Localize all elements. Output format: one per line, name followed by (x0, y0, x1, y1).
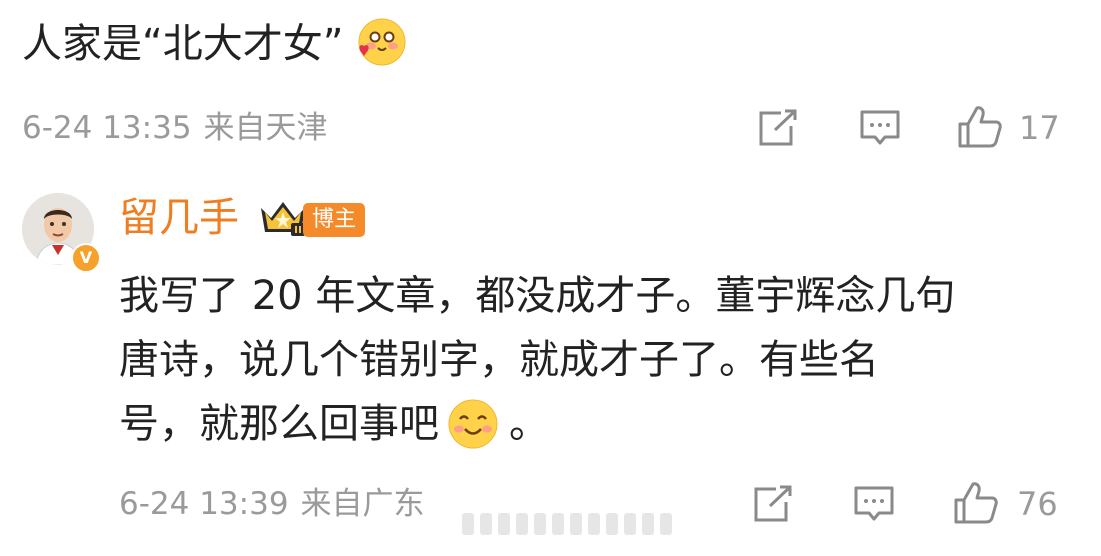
top-comment-meta: 6-24 13:35 来自天津 (22, 108, 340, 148)
top-comment-text: 人家是“北大才女” (22, 21, 344, 67)
watermark (462, 513, 672, 535)
reply-line-tail: 。 (509, 401, 549, 447)
share-icon[interactable] (752, 484, 794, 524)
like-count: 17 (1019, 109, 1060, 147)
reply-line-text: 号，就那么回事吧 (119, 401, 439, 447)
reply-line: 号，就那么回事吧 。 (119, 392, 1079, 456)
like-icon[interactable] (957, 104, 1003, 150)
reply-meta: 6-24 13:39 来自广东 (119, 484, 437, 524)
smile-emoji-icon (448, 399, 498, 449)
reply-location: 来自广东 (300, 486, 425, 522)
username[interactable]: 留几手 (119, 192, 239, 244)
comment-icon[interactable] (853, 484, 895, 524)
comment-location: 来自天津 (203, 110, 328, 146)
reply-line: 我写了 20 年文章，都没成才子。董宇辉念几句 (119, 273, 956, 319)
like-icon[interactable] (953, 480, 999, 526)
like-count: 76 (1017, 485, 1058, 523)
reply-text: 我写了 20 年文章，都没成才子。董宇辉念几句 唐诗，说几个错别字，就成才子了。… (119, 264, 1079, 456)
reply-date: 6-24 13:39 (119, 486, 289, 522)
share-icon[interactable] (757, 108, 799, 148)
blush-heart-emoji-icon (358, 18, 406, 66)
comment-date: 6-24 13:35 (22, 110, 192, 146)
top-comment: 人家是“北大才女” (22, 14, 409, 74)
blogger-badge: 博主 (303, 203, 366, 237)
comment-icon[interactable] (859, 108, 901, 148)
crown-icon (261, 202, 305, 236)
reply-line: 唐诗，说几个错别字，就成才子了。有些名 (119, 337, 879, 383)
verified-badge: V (71, 243, 101, 273)
